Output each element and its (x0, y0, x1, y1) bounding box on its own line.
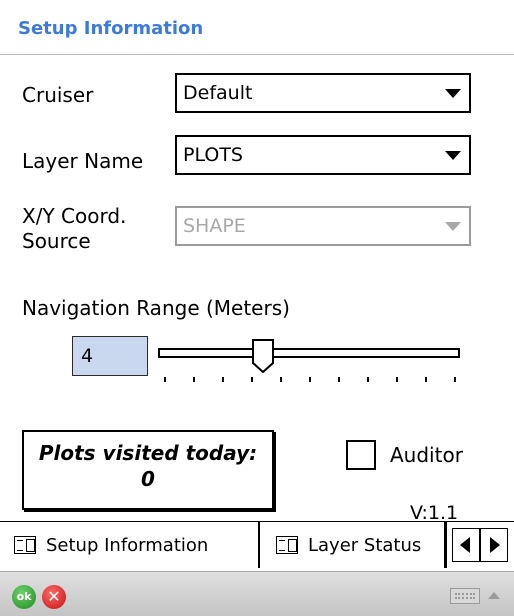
slider-tick (425, 377, 427, 382)
up-arrow-icon[interactable] (488, 592, 500, 599)
layer-name-value: PLOTS (183, 144, 243, 166)
tab-divider (258, 522, 260, 568)
plots-visited-box: Plots visited today: 0 (22, 430, 274, 510)
navigation-range-label: Navigation Range (Meters) (22, 296, 290, 320)
cancel-button[interactable]: ✕ (42, 585, 66, 609)
cruiser-value: Default (183, 82, 253, 104)
coord-source-label: X/Y Coord. Source (22, 204, 126, 254)
arrow-right-icon (490, 537, 500, 553)
coord-source-value: SHAPE (183, 215, 246, 237)
form-icon (276, 536, 298, 554)
auditor-checkbox[interactable] (346, 440, 376, 470)
slider-tick (164, 377, 166, 382)
navigation-range-slider[interactable] (158, 348, 460, 358)
tab-divider (444, 522, 447, 568)
slider-tick (367, 377, 369, 382)
tab-setup-information[interactable]: Setup Information (14, 522, 208, 568)
plots-visited-label: Plots visited today: (38, 441, 258, 465)
tab-strip: Setup Information Layer Status (0, 521, 514, 571)
navigation-range-input[interactable]: 4 (72, 336, 148, 376)
slider-tick (396, 377, 398, 382)
bottom-softkey-bar: ok ✕ (0, 571, 514, 616)
slider-thumb[interactable] (251, 339, 274, 373)
slider-tick (309, 377, 311, 382)
slider-tick (338, 377, 340, 382)
coord-source-dropdown: SHAPE (175, 206, 471, 246)
keyboard-icon[interactable] (450, 588, 480, 604)
tab-scroll-right-button[interactable] (480, 528, 508, 562)
coord-source-label-line1: X/Y Coord. (22, 204, 127, 228)
cruiser-label: Cruiser (22, 83, 94, 107)
coord-source-label-line2: Source (22, 229, 91, 253)
form-icon (14, 536, 36, 554)
ok-button[interactable]: ok (12, 585, 36, 609)
layer-name-dropdown[interactable]: PLOTS (175, 135, 471, 175)
slider-tick (222, 377, 224, 382)
tab-setup-information-label: Setup Information (46, 534, 209, 556)
auditor-label[interactable]: Auditor (390, 443, 463, 467)
slider-tick (251, 377, 253, 382)
arrow-left-icon (460, 537, 470, 553)
page-title: Setup Information (18, 18, 204, 39)
chevron-down-icon[interactable] (445, 89, 461, 98)
tab-layer-status[interactable]: Layer Status (276, 522, 421, 568)
slider-tick (454, 377, 456, 382)
slider-tick (193, 377, 195, 382)
plots-visited-count: 0 (141, 467, 155, 491)
chevron-down-icon[interactable] (445, 151, 461, 160)
header-divider (0, 54, 514, 55)
tab-layer-status-label: Layer Status (308, 534, 422, 556)
chevron-down-icon (445, 222, 461, 231)
layer-name-label: Layer Name (22, 149, 144, 173)
slider-tick (280, 377, 282, 382)
cruiser-dropdown[interactable]: Default (175, 73, 471, 113)
tab-scroll-left-button[interactable] (452, 528, 480, 562)
